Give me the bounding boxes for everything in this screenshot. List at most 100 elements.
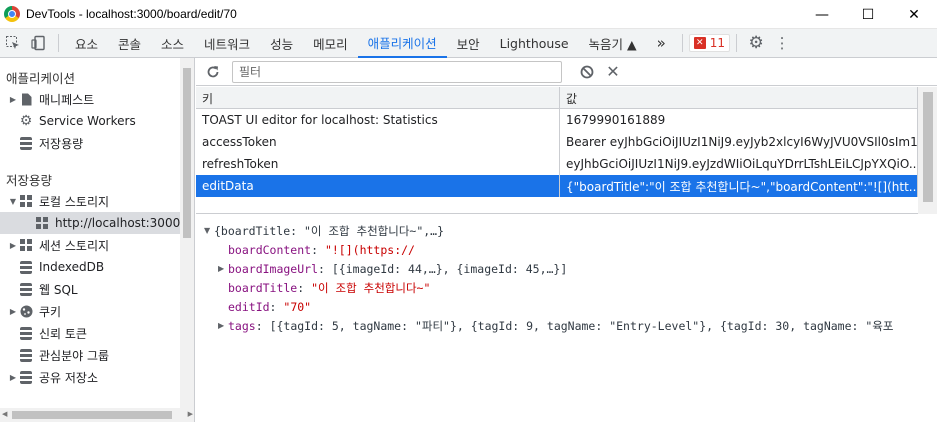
cookie-icon [18,304,34,318]
table-grid-icon [18,194,34,208]
sidebar-item-local-origin[interactable]: http://localhost:3000 [0,212,194,234]
row-key: editData [196,175,560,197]
property-key: boardTitle [228,280,298,295]
sidebar-item-storage[interactable]: 저장용량 [0,132,194,154]
file-icon [18,92,34,106]
window-controls: — ☐ ✕ [799,0,937,29]
preview-property[interactable]: ▶ tags: [{tagId: 5, tagName: "파티"}, {tag… [196,316,937,335]
sidebar-item-label: 웹 SQL [39,282,78,297]
table-row[interactable]: refreshToken eyJhbGciOiJIUzI1NiJ9.eyJzdW… [196,153,937,175]
tab-security[interactable]: 보안 [447,29,490,57]
sidebar-item-label: 매니페스트 [39,92,95,107]
row-value: 1679990161889 [560,109,918,131]
table-row[interactable]: accessToken Bearer eyJhbGciOiJIUzI1NiJ9.… [196,131,937,153]
tab-performance[interactable]: 성능 [260,29,303,57]
title-bar: DevTools - localhost:3000/board/edit/70 … [0,0,937,29]
close-window-button[interactable]: ✕ [891,0,937,29]
property-value: "이 조합 추천합니다~" [311,280,431,295]
expand-arrow-icon[interactable]: ▶ [8,307,18,316]
preview-root-summary: {boardTitle: "이 조합 추천합니다~",…} [214,223,445,238]
table-row-selected[interactable]: editData {"boardTitle":"이 조합 추천합니다~","bo… [196,175,937,197]
sidebar-item-trust-tokens[interactable]: 신뢰 토큰 [0,322,194,344]
sidebar-item-manifest[interactable]: ▶ 매니페스트 [0,88,194,110]
sidebar-section-application: 애플리케이션 [6,70,76,86]
toolbar-separator [736,34,738,52]
inspect-element-icon[interactable] [0,29,26,57]
tab-console[interactable]: 콘솔 [108,29,151,57]
sidebar-item-label: 쿠키 [39,304,62,319]
sidebar-vertical-scrollbar[interactable] [180,58,194,408]
tab-elements[interactable]: 요소 [65,29,108,57]
row-value: Bearer eyJhbGciOiJIUzI1NiJ9.eyJyb2xlcyI6… [560,131,918,153]
gear-icon: ⚙ [19,113,33,129]
expand-arrow-icon[interactable]: ▶ [8,241,18,250]
refresh-icon[interactable] [200,58,226,86]
error-icon: ✕ [693,37,706,49]
property-key: boardImageUrl [228,261,319,276]
table-row[interactable]: TOAST UI editor for localhost: Statistic… [196,109,937,131]
error-count-badge[interactable]: ✕ 11 [688,34,731,52]
tab-application[interactable]: 애플리케이션 [357,29,447,58]
toolbar-separator [58,34,59,52]
sidebar-item-label: 저장용량 [39,136,84,151]
preview-root[interactable]: ▼ {boardTitle: "이 조합 추천합니다~",…} [196,221,937,240]
kebab-menu-icon[interactable]: ⋮ [769,29,795,57]
row-key: refreshToken [196,153,560,175]
error-count: 11 [709,36,726,50]
scrollbar-thumb[interactable] [183,68,191,238]
sidebar-item-label: http://localhost:3000 [55,216,181,230]
sidebar-item-cookies[interactable]: ▶ 쿠키 [0,300,194,322]
storage-table: 키 값 TOAST UI editor for localhost: Stati… [196,87,937,214]
preview-property: editId: "70" [228,299,312,314]
devtools-tabbar: 요소 콘솔 소스 네트워크 성능 메모리 애플리케이션 보안 Lighthous… [0,29,937,58]
expand-arrow-icon[interactable]: ▶ [218,321,228,330]
tab-recorder[interactable]: 녹음기 ▲ [579,29,647,57]
table-grid-icon [18,238,34,252]
sidebar-item-interest-groups[interactable]: 관심분야 그룹 [0,344,194,366]
device-toolbar-icon[interactable] [26,29,52,57]
collapse-arrow-icon[interactable]: ▼ [8,197,18,206]
sidebar-item-local-storage[interactable]: ▼ 로컬 스토리지 [0,190,194,212]
sidebar-horizontal-scrollbar[interactable]: ◀ ▶ [0,408,194,422]
table-vertical-scrollbar[interactable] [918,87,937,214]
filter-input[interactable] [232,60,562,83]
expand-arrow-icon[interactable]: ▶ [8,373,18,382]
application-sidebar: 애플리케이션 ▶ 매니페스트 ⚙ Service Workers 저장용량 저장… [0,58,195,422]
sidebar-item-service-workers[interactable]: ⚙ Service Workers [0,110,194,132]
row-key: TOAST UI editor for localhost: Statistic… [196,109,560,131]
column-header-key[interactable]: 키 [196,87,560,109]
collapse-arrow-icon[interactable]: ▼ [204,226,214,235]
clear-all-icon[interactable] [574,58,600,86]
tab-lighthouse[interactable]: Lighthouse [490,29,579,57]
column-header-value[interactable]: 값 [560,87,918,109]
value-preview-pane: ▼ {boardTitle: "이 조합 추천합니다~",…} boardCon… [196,215,937,422]
gear-icon[interactable]: ⚙ [743,29,769,57]
sidebar-item-shared-storage[interactable]: ▶ 공유 저장소 [0,366,194,388]
preview-property: boardContent: "![](https:// [228,242,415,257]
scrollbar-thumb[interactable] [923,92,933,202]
expand-arrow-icon[interactable]: ▶ [8,95,18,104]
database-icon [18,326,34,340]
tab-network[interactable]: 네트워크 [194,29,260,57]
scroll-left-icon[interactable]: ◀ [2,410,7,418]
property-value: [{imageId: 44,…}, {imageId: 45,…}] [331,261,568,276]
storage-main-panel: ✕ 키 값 TOAST UI editor for localhost: Sta… [196,58,937,422]
scroll-right-icon[interactable]: ▶ [188,410,193,418]
expand-arrow-icon[interactable]: ▶ [218,264,228,273]
more-tabs-button[interactable]: » [647,29,676,57]
preview-property[interactable]: ▶ boardImageUrl: [{imageId: 44,…}, {imag… [196,259,937,278]
sidebar-item-session-storage[interactable]: ▶ 세션 스토리지 [0,234,194,256]
sidebar-item-indexeddb[interactable]: IndexedDB [0,256,194,278]
delete-selected-icon[interactable]: ✕ [600,58,626,86]
tab-memory[interactable]: 메모리 [303,29,358,57]
tab-sources[interactable]: 소스 [151,29,194,57]
scrollbar-thumb[interactable] [12,411,172,419]
preview-property: boardTitle: "이 조합 추천합니다~" [228,280,431,295]
minimize-button[interactable]: — [799,0,845,29]
property-key: boardContent [228,242,312,257]
sidebar-item-websql[interactable]: 웹 SQL [0,278,194,300]
database-icon [18,136,34,150]
sidebar-item-label: 로컬 스토리지 [39,194,110,209]
maximize-button[interactable]: ☐ [845,0,891,29]
database-icon [18,348,34,362]
